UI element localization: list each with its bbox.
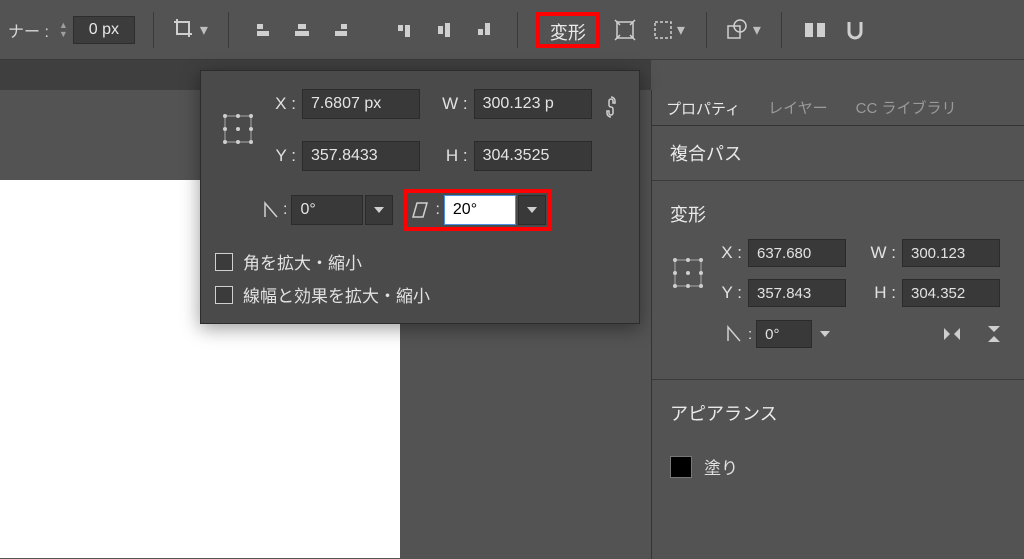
rotate-angle-icon — [263, 201, 281, 219]
y-input[interactable]: 357.8433 — [302, 141, 420, 171]
perspective-icon[interactable]: ▾ — [650, 15, 688, 45]
align-right-icon[interactable] — [327, 15, 357, 45]
transform-button[interactable]: 変形 — [536, 12, 600, 48]
fill-label: 塗り — [704, 454, 738, 479]
crop-icon[interactable]: ▾ — [172, 15, 210, 45]
isolate-icon[interactable] — [610, 15, 640, 45]
divider — [706, 12, 707, 48]
transform-section-title: 変形 — [652, 187, 1024, 231]
corner-spinner[interactable]: ▲▼ — [59, 18, 71, 42]
corner-value-input[interactable]: 0 px — [73, 16, 135, 44]
rp-w-input[interactable]: 300.123 — [902, 239, 1000, 267]
rp-rotate-input[interactable]: 0° — [756, 320, 812, 348]
scale-corners-label: 角を拡大・縮小 — [243, 249, 362, 274]
panel-tabs: プロパティ レイヤー CC ライブラリ — [652, 90, 1024, 126]
y-label: Y : — [262, 146, 296, 166]
properties-panel: プロパティ レイヤー CC ライブラリ 複合パス 変形 X : 637.680 — [651, 90, 1024, 559]
snap-icon[interactable] — [840, 15, 870, 45]
fill-swatch[interactable] — [670, 456, 692, 478]
align-bottom-icon[interactable] — [469, 15, 499, 45]
shear-colon: : — [435, 201, 439, 219]
shear-angle-icon — [411, 201, 429, 219]
rp-y-label: Y : — [710, 283, 742, 303]
align-artboard-icon[interactable] — [800, 15, 830, 45]
flip-vertical-icon[interactable] — [980, 319, 1010, 349]
rp-x-input[interactable]: 637.680 — [748, 239, 846, 267]
rotate-colon: : — [283, 201, 287, 219]
rp-h-input[interactable]: 304.352 — [902, 279, 1000, 307]
rp-x-label: X : — [710, 243, 742, 263]
divider — [517, 12, 518, 48]
x-label: X : — [262, 94, 296, 114]
scale-strokes-checkbox[interactable] — [215, 286, 233, 304]
divider — [781, 12, 782, 48]
divider — [228, 12, 229, 48]
rotate-input[interactable]: 0° — [291, 195, 363, 225]
rp-y-input[interactable]: 357.843 — [748, 279, 846, 307]
align-top-icon[interactable] — [389, 15, 419, 45]
flip-horizontal-icon[interactable] — [938, 319, 968, 349]
w-label: W : — [434, 94, 468, 114]
rp-rotate-dropdown[interactable] — [814, 320, 836, 348]
tab-layers[interactable]: レイヤー — [754, 90, 842, 125]
x-input[interactable]: 7.6807 px — [302, 89, 420, 119]
rotate-angle-icon — [726, 325, 744, 343]
tab-cc-libraries[interactable]: CC ライブラリ — [842, 90, 971, 125]
shear-input[interactable]: 20° — [444, 195, 516, 225]
align-left-icon[interactable] — [247, 15, 277, 45]
h-label: H : — [434, 146, 468, 166]
rp-w-label: W : — [864, 243, 896, 263]
rp-h-label: H : — [864, 283, 896, 303]
rotate-dropdown[interactable] — [365, 195, 393, 225]
tab-properties[interactable]: プロパティ — [652, 90, 754, 125]
h-input[interactable]: 304.3525 — [474, 141, 592, 171]
appearance-section-title: アピアランス — [652, 386, 1024, 434]
align-hcenter-icon[interactable] — [287, 15, 317, 45]
shear-dropdown[interactable] — [518, 195, 546, 225]
scale-strokes-label: 線幅と効果を拡大・縮小 — [243, 282, 430, 307]
transform-popup: X : 7.6807 px Y : 357.8433 W : 300.123 p… — [200, 70, 640, 324]
w-input[interactable]: 300.123 p — [474, 89, 592, 119]
align-vcenter-icon[interactable] — [429, 15, 459, 45]
divider — [153, 12, 154, 48]
shear-group-highlight: : 20° — [403, 189, 551, 231]
shape-builder-icon[interactable]: ▾ — [725, 15, 763, 45]
control-toolbar: ナー : ▲▼ 0 px ▾ 変形 ▾ ▾ — [0, 0, 1024, 60]
reference-point-selector[interactable] — [673, 258, 703, 288]
object-type-label: 複合パス — [652, 126, 1024, 174]
link-wh-button[interactable] — [598, 89, 625, 125]
scale-corners-checkbox[interactable] — [215, 253, 233, 271]
reference-point-selector[interactable] — [223, 114, 253, 144]
corner-label: ナー : — [8, 18, 49, 42]
